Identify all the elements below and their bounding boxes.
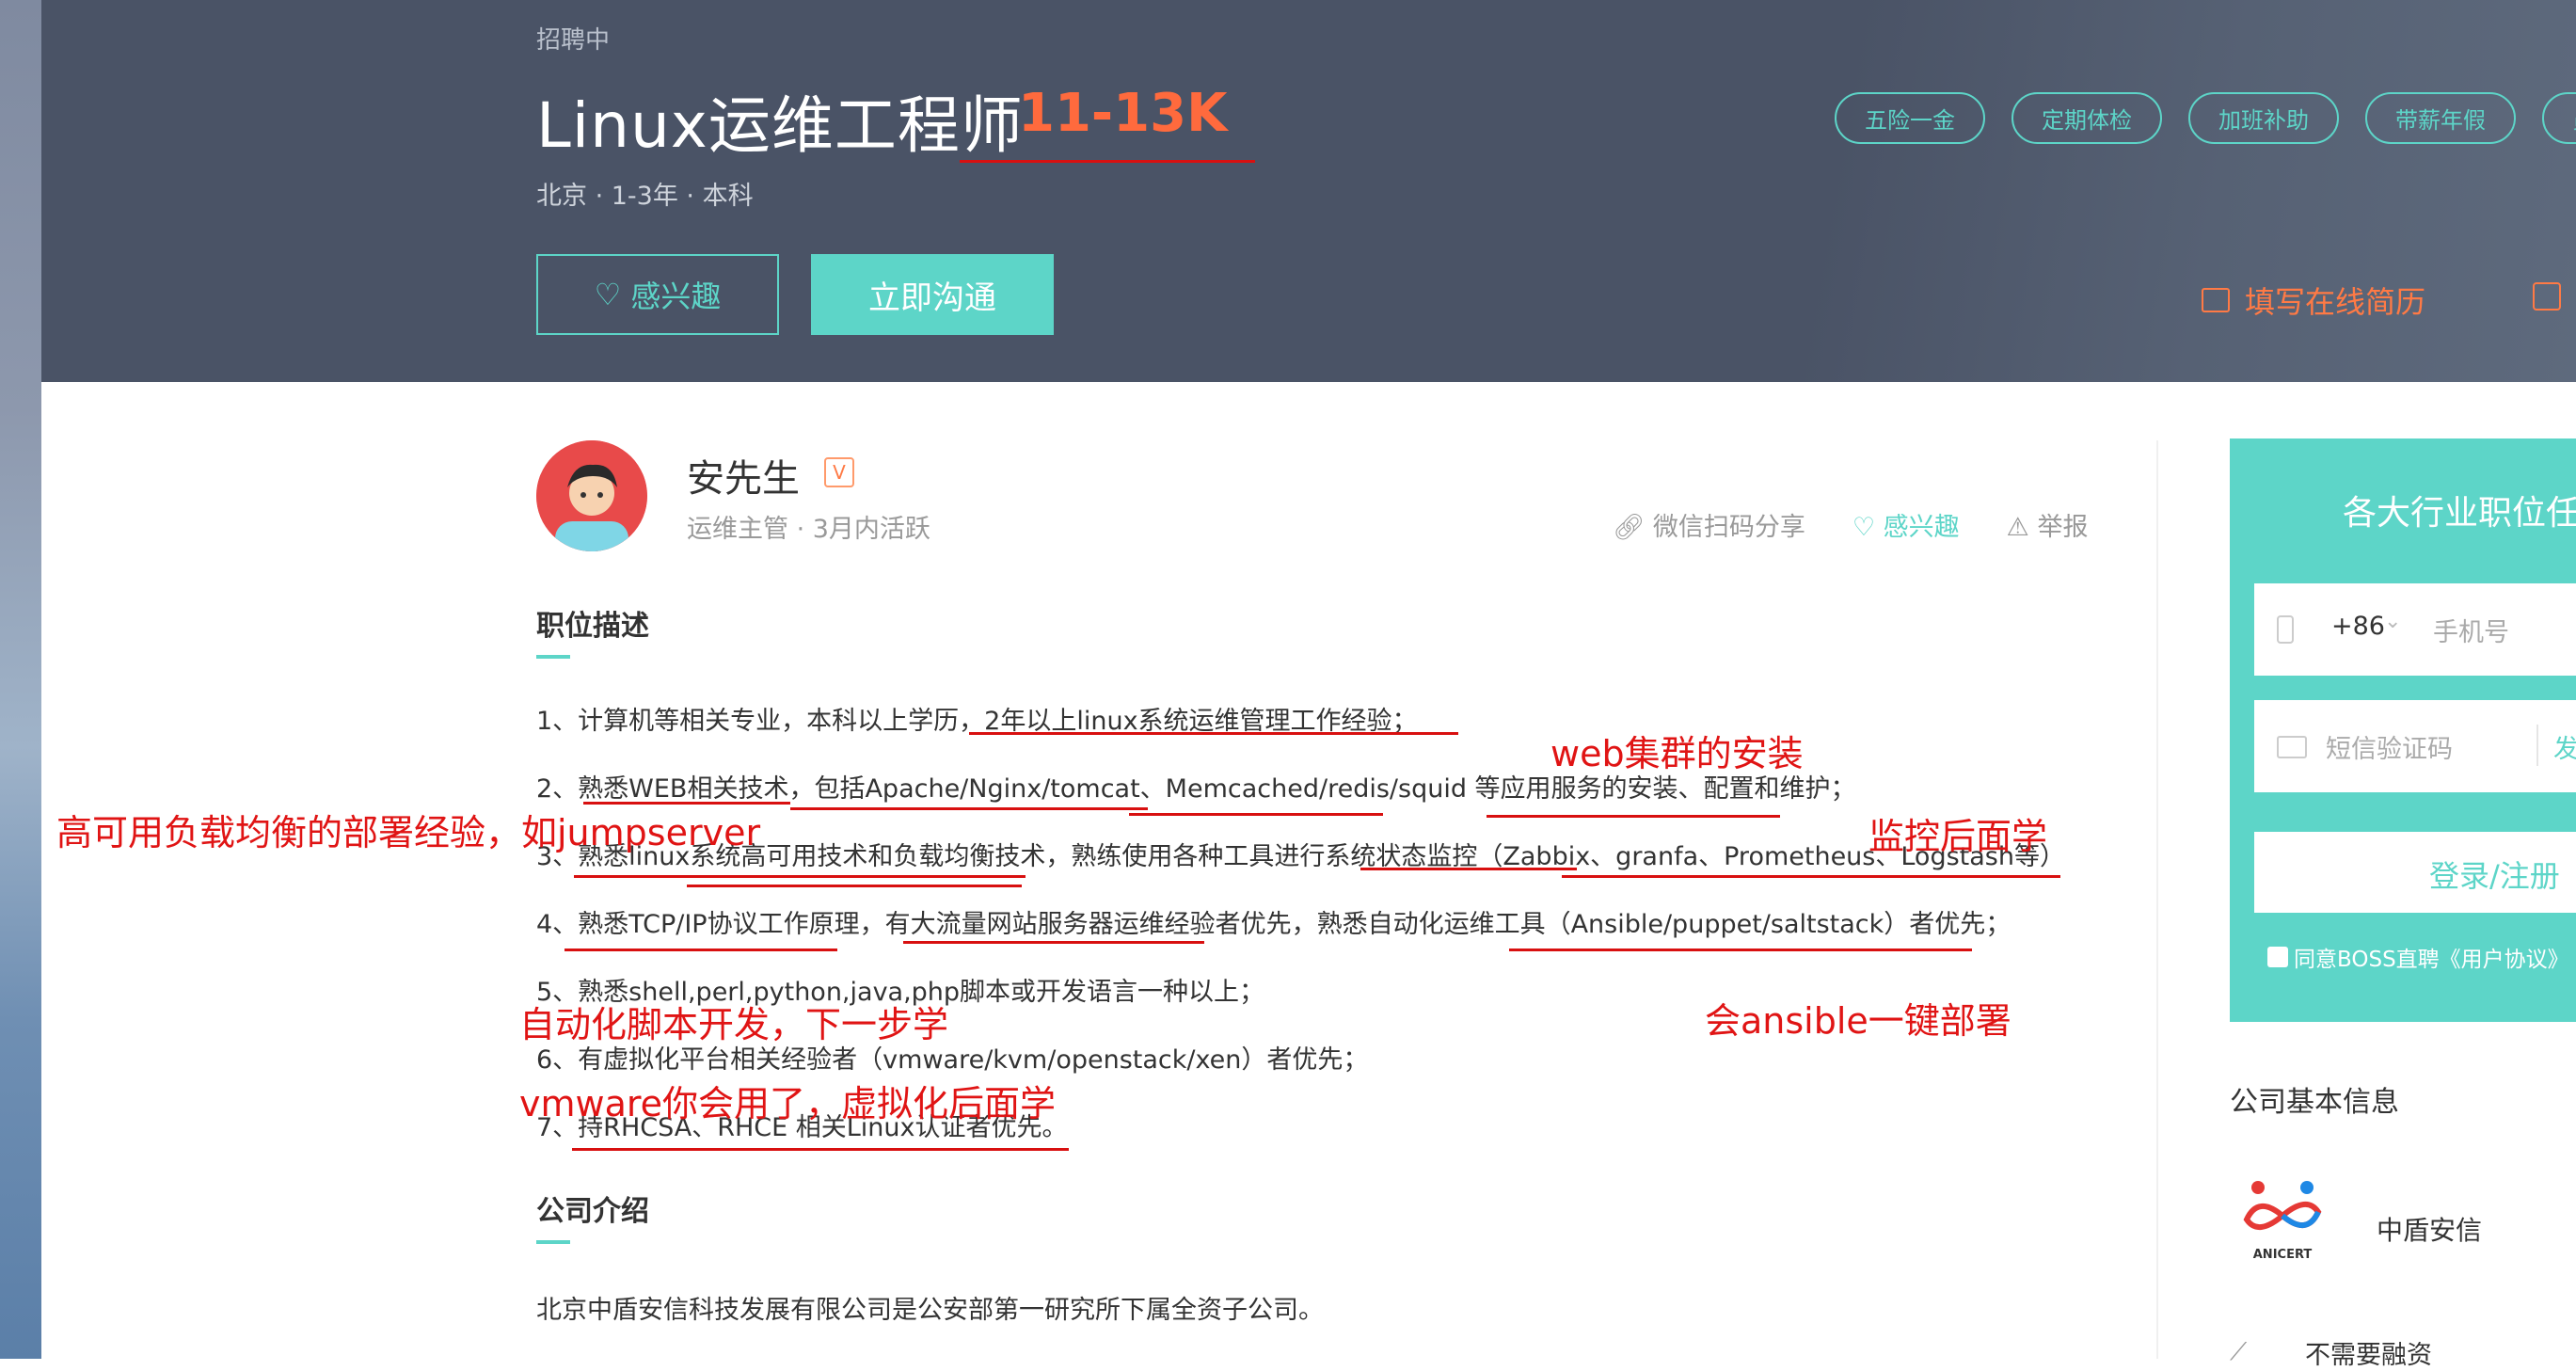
annotation-underline — [564, 949, 837, 951]
annotation-underline — [572, 1148, 1069, 1151]
annotation-underline — [969, 732, 1458, 735]
heart-icon: ♡ — [594, 277, 622, 312]
finance-icon: ⟋ — [2230, 1338, 2248, 1366]
benefit-tag: 加班补助 — [2188, 92, 2339, 144]
phone-input-placeholder: 手机号 — [2433, 618, 2509, 647]
annotation-underline — [574, 875, 1026, 878]
annotation-underline — [903, 941, 1204, 944]
job-header — [41, 0, 2576, 382]
annotation-ansible: 会ansible一键部署 — [1705, 1000, 2012, 1042]
share-button[interactable]: 🔗︎ 微信扫码分享 — [1613, 506, 1805, 543]
company-logo-text: ANICERT — [2252, 1248, 2313, 1262]
annotation-monitor: 监控后面学 — [1868, 816, 2048, 857]
interest-link[interactable]: ♡ 感兴趣 — [1852, 506, 1960, 543]
code-divider — [2536, 725, 2538, 766]
company-logo: ANICERT — [2239, 1178, 2326, 1265]
section-underline — [536, 655, 570, 659]
company-intro-text: 北京中盾安信科技发展有限公司是公安部第一研究所下属全资子公司。 — [536, 1296, 1324, 1325]
job-salary: 11-13K — [1018, 83, 1228, 144]
job-status: 招聘中 — [536, 26, 611, 55]
job-description-title: 职位描述 — [536, 610, 649, 643]
job-meta: 北京 · 1-3年 · 本科 — [536, 182, 754, 211]
benefit-tag: 定期体检 — [2012, 92, 2162, 144]
benefit-tags: 五险一金 定期体检 加班补助 带薪年假 员工 — [1835, 92, 2576, 144]
recruiter-name: 安先生 — [687, 457, 800, 501]
phone-icon — [2277, 615, 2294, 644]
resume-icon — [2202, 288, 2230, 312]
annotation-underline — [1487, 815, 1780, 818]
annotation-underline — [1509, 949, 1972, 951]
upload-icon[interactable] — [2533, 282, 2561, 311]
annotation-vmware: vmware你会用了，虚拟化后面学 — [519, 1083, 1057, 1124]
chat-button[interactable]: 立即沟通 — [811, 254, 1054, 335]
jd-line: 4、熟悉TCP/IP协议工作原理，有大流量网站服务器运维经验者优先，熟悉自动化运… — [536, 910, 2012, 939]
send-code-button[interactable]: 发 — [2553, 728, 2576, 765]
login-panel-title: 各大行业职位任 — [2343, 494, 2576, 533]
company-finance: 不需要融资 — [2305, 1341, 2432, 1370]
agreement-row: 同意BOSS直聘《用户协议》 — [2267, 941, 2569, 973]
link-icon: 🔗︎ — [1613, 513, 1653, 542]
verified-badge: V — [824, 457, 854, 487]
chevron-down-icon: ⌄ — [2384, 610, 2402, 633]
warning-icon: ⚠︎ — [2006, 513, 2038, 542]
salary-underline — [960, 160, 1255, 163]
job-title: Linux运维工程师 — [536, 89, 1024, 162]
annotation-underline — [1562, 875, 2060, 878]
report-button[interactable]: ⚠︎ 举报 — [2007, 506, 2089, 543]
benefit-tag: 带薪年假 — [2365, 92, 2516, 144]
interest-button[interactable]: ♡ 感兴趣 — [536, 254, 779, 335]
login-button[interactable]: 登录/注册 — [2254, 832, 2576, 913]
annotation-ha-lb: 高可用负载均衡的部署经验，如jumpserver — [56, 812, 761, 853]
annotation-underline — [1129, 813, 1383, 816]
benefit-tag: 五险一金 — [1835, 92, 1985, 144]
company-intro-title: 公司介绍 — [536, 1195, 649, 1228]
agreement-checkbox[interactable] — [2267, 947, 2288, 967]
annotation-underline — [687, 885, 1022, 887]
background-strip — [0, 0, 41, 1359]
benefit-tag: 员工 — [2542, 92, 2576, 144]
heart-icon: ♡ — [1852, 513, 1884, 542]
country-code-select[interactable]: +86 — [2331, 612, 2385, 641]
annotation-underline — [790, 807, 1148, 810]
mail-icon — [2277, 736, 2307, 758]
company-info-title: 公司基本信息 — [2230, 1086, 2399, 1119]
column-divider — [2156, 440, 2158, 1359]
sms-code-placeholder: 短信验证码 — [2326, 735, 2453, 764]
section-underline — [536, 1240, 570, 1244]
jd-line: 3、熟悉linux系统高可用技术和负载均衡技术，熟练使用各种工具进行系统状态监控… — [536, 842, 2065, 871]
recruiter-actions: 🔗︎ 微信扫码分享 ♡ 感兴趣 ⚠︎ 举报 — [1613, 506, 2088, 543]
sms-code-field[interactable]: 短信验证码 发 — [2254, 700, 2576, 792]
recruiter-avatar — [536, 440, 647, 551]
company-name[interactable]: 中盾安信 — [2377, 1210, 2482, 1248]
annotation-web-cluster: web集群的安装 — [1550, 733, 1804, 774]
recruiter-meta: 运维主管 · 3月内活跃 — [687, 515, 930, 544]
phone-field[interactable]: +86 ⌄ 手机号 — [2254, 583, 2576, 676]
annotation-automation: 自动化脚本开发，下一步学 — [519, 1004, 949, 1045]
annotation-underline — [1360, 868, 1577, 870]
fill-resume-link[interactable]: 填写在线简历 — [2202, 279, 2425, 322]
